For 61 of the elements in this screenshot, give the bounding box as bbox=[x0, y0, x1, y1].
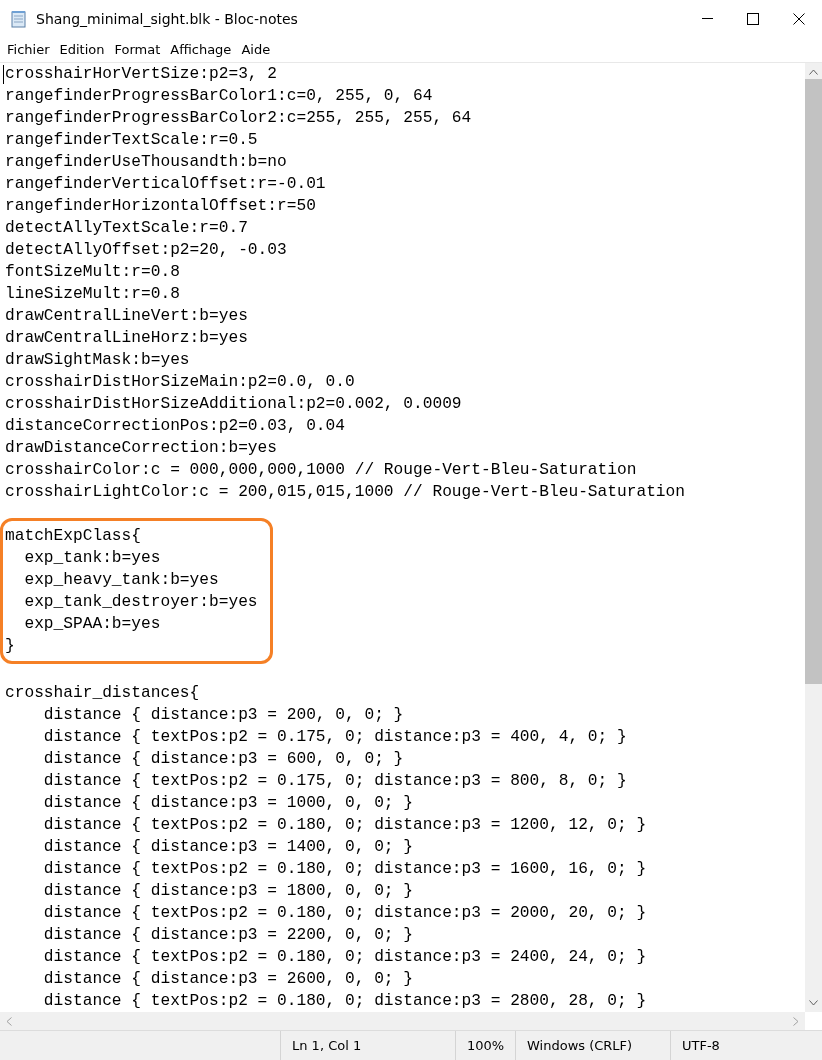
status-text: Windows (CRLF) bbox=[527, 1036, 633, 1055]
window-title: Shang_minimal_sight.blk - Bloc-notes bbox=[36, 9, 298, 29]
text-cursor bbox=[3, 65, 4, 84]
menu-item[interactable]: Affichage bbox=[165, 40, 237, 60]
text-line: exp_heavy_tank:b=yes bbox=[23, 570, 219, 591]
text-line: rangefinderHorizontalOffset:r=50 bbox=[5, 196, 316, 217]
text-line: distance { distance:p3 = 1800, 0, 0; } bbox=[42, 881, 413, 902]
menu-item[interactable]: Format bbox=[109, 40, 166, 60]
text-line: } bbox=[5, 636, 15, 657]
text-line: rangefinderTextScale:r=0.5 bbox=[5, 130, 258, 151]
text-line: rangefinderProgressBarColor2:c=255, 255, 255, 64 bbox=[5, 108, 472, 129]
text-line: drawCentralLineVert:b=yes bbox=[5, 306, 248, 327]
text-line: exp_tank_destroyer:b=yes bbox=[23, 592, 258, 613]
text-line: crosshairDistHorSizeAdditional:p2=0.002, 0.0009 bbox=[5, 394, 462, 415]
text-line: drawDistanceCorrection:b=yes bbox=[5, 438, 277, 459]
text-line: distance { textPos:p2 = 0.180, 0; distance:p3 = 1600, 16, 0; } bbox=[42, 859, 647, 880]
text-line: matchExpClass{ bbox=[5, 526, 141, 547]
text-line: distance { distance:p3 = 1400, 0, 0; } bbox=[42, 837, 413, 858]
text-line: distance { distance:p3 = 200, 0, 0; } bbox=[42, 705, 404, 726]
text-line: crosshairColor:c = 000,000,000,1000 // Rouge-Vert-Bleu-Saturation bbox=[5, 460, 637, 481]
text-line: detectAllyOffset:p2=20, -0.03 bbox=[5, 240, 287, 261]
text-line: fontSizeMult:r=0.8 bbox=[5, 262, 180, 283]
text-line: crosshair_distances{ bbox=[5, 683, 200, 704]
scrollbar-thumb[interactable] bbox=[805, 79, 822, 684]
text-line: distance { distance:p3 = 600, 0, 0; } bbox=[42, 749, 404, 770]
text-line: lineSizeMult:r=0.8 bbox=[5, 284, 180, 305]
text-line: distance { textPos:p2 = 0.180, 0; distance:p3 = 2400, 24, 0; } bbox=[42, 947, 647, 968]
status-text: Ln 1, Col 1 bbox=[292, 1036, 362, 1055]
text-line: exp_SPAA:b=yes bbox=[23, 614, 161, 635]
text-line: drawSightMask:b=yes bbox=[5, 350, 190, 371]
close-icon bbox=[793, 13, 805, 25]
text-line: distance { distance:p3 = 2600, 0, 0; } bbox=[42, 969, 413, 990]
text-line: crosshairDistHorSizeMain:p2=0.0, 0.0 bbox=[5, 372, 355, 393]
scroll-left-icon[interactable] bbox=[6, 1016, 12, 1026]
status-text: 100% bbox=[467, 1036, 505, 1055]
text-line: drawCentralLineHorz:b=yes bbox=[5, 328, 248, 349]
text-line: crosshairHorVertSize:p2=3, 2 bbox=[5, 64, 277, 85]
scroll-up-icon[interactable] bbox=[809, 69, 818, 75]
text-line: distance { textPos:p2 = 0.180, 0; distance:p3 = 2000, 20, 0; } bbox=[42, 903, 647, 924]
text-line: distance { distance:p3 = 2200, 0, 0; } bbox=[42, 925, 413, 946]
menu-item[interactable]: Aide bbox=[236, 40, 276, 60]
text-line: distanceCorrectionPos:p2=0.03, 0.04 bbox=[5, 416, 345, 437]
text-line: distance { textPos:p2 = 0.180, 0; distance:p3 = 2800, 28, 0; } bbox=[42, 991, 647, 1012]
menu-item[interactable]: Edition bbox=[54, 40, 110, 60]
scroll-down-icon[interactable] bbox=[809, 1000, 818, 1006]
status-text: UTF-8 bbox=[682, 1036, 720, 1055]
scroll-right-icon[interactable] bbox=[793, 1016, 799, 1026]
text-line: detectAllyTextScale:r=0.7 bbox=[5, 218, 248, 239]
text-line: exp_tank:b=yes bbox=[23, 548, 161, 569]
minimize-icon bbox=[701, 18, 713, 20]
text-line: distance { textPos:p2 = 0.175, 0; distance:p3 = 400, 4, 0; } bbox=[42, 727, 627, 748]
maximize-icon bbox=[747, 13, 759, 25]
text-line: distance { textPos:p2 = 0.180, 0; distance:p3 = 1200, 12, 0; } bbox=[42, 815, 647, 836]
text-line: rangefinderProgressBarColor1:c=0, 255, 0, 64 bbox=[5, 86, 433, 107]
notepad-icon bbox=[10, 10, 28, 28]
menu-item[interactable]: Fichier bbox=[2, 40, 55, 60]
text-line: crosshairLightColor:c = 200,015,015,1000 // Rouge-Vert-Bleu-Saturation bbox=[5, 482, 685, 503]
text-line: distance { distance:p3 = 1000, 0, 0; } bbox=[42, 793, 413, 814]
text-line: rangefinderVerticalOffset:r=-0.01 bbox=[5, 174, 326, 195]
text-line: distance { textPos:p2 = 0.175, 0; distance:p3 = 800, 8, 0; } bbox=[42, 771, 627, 792]
text-line: rangefinderUseThousandth:b=no bbox=[5, 152, 287, 173]
